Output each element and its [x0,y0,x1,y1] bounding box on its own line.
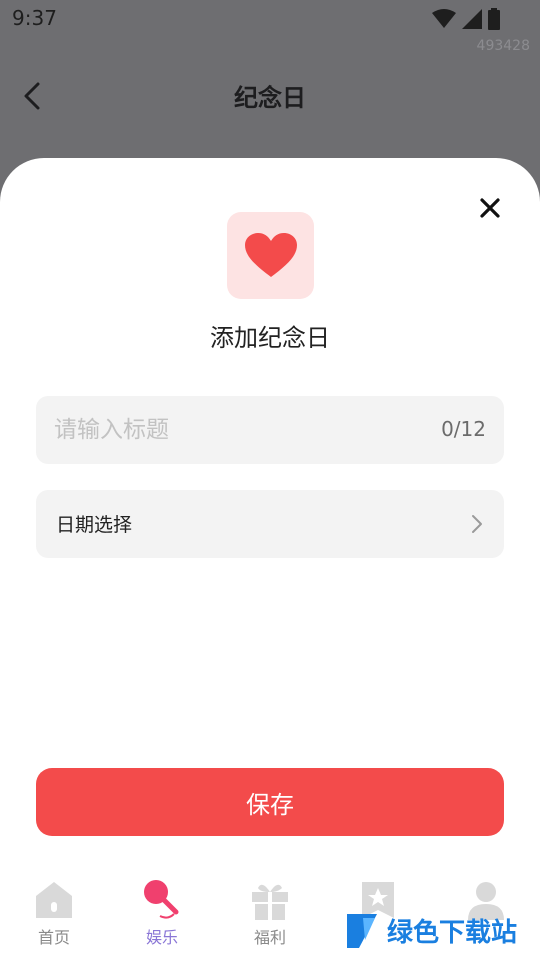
status-time: 9:37 [12,6,57,30]
sheet-title: 添加纪念日 [210,324,330,352]
status-bar: 9:37 [0,0,540,38]
close-button[interactable] [475,193,505,223]
close-icon [480,198,500,218]
tab-entertainment[interactable]: 娱乐 [108,868,216,960]
battery-icon [488,8,500,30]
status-icons [432,8,500,30]
microphone-icon [144,880,179,919]
tab-home[interactable]: 首页 [0,868,108,960]
signal-icon [462,9,482,29]
top-bar: 纪念日 [0,60,540,130]
title-char-counter: 0/12 [441,417,486,441]
user-id: 493428 [476,38,530,54]
save-button[interactable]: 保存 [36,768,504,836]
gift-icon [252,884,288,920]
watermark-text: 绿色下载站 [387,917,518,948]
chevron-right-icon [472,515,482,533]
tab-label: 首页 [37,928,70,947]
heart-icon [244,232,297,277]
title-field: 0/12 [36,396,504,464]
date-picker-label: 日期选择 [56,514,133,536]
watermark-logo: 绿色下载站 [345,910,517,950]
tab-welfare[interactable]: 福利 [216,868,324,960]
wifi-icon [432,9,456,28]
home-icon [36,882,72,918]
tab-label: 娱乐 [145,928,178,947]
title-input[interactable] [54,396,414,464]
heart-badge [227,212,314,299]
watermark-icon [347,914,377,948]
page-title: 纪念日 [234,84,306,112]
date-picker-field[interactable]: 日期选择 [36,490,504,558]
tab-label: 福利 [253,928,286,947]
